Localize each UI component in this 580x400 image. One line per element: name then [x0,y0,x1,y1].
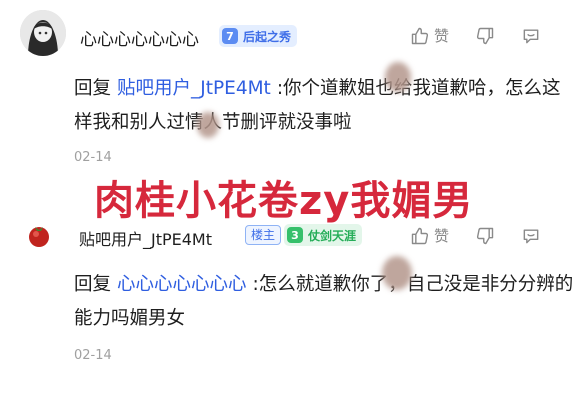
like-label: 赞 [434,227,450,245]
dislike-button[interactable] [475,226,495,246]
avatar[interactable] [24,220,54,250]
mention-link[interactable]: 心心心心心心心 [117,274,247,295]
comment-date: 02-14 [74,348,112,363]
like-button[interactable]: 赞 [410,225,449,246]
reply-prefix: 回复 [74,274,112,295]
level-number: 3 [287,227,303,243]
username[interactable]: 贴吧用户_JtPE4Mt [79,226,212,250]
comment-item: 贴吧用户_JtPE4Mt 楼主 3 仗剑天涯 赞 回复 心心心心心心心:怎么就道歉… [0,0,580,363]
comment-actions: 赞 [410,225,567,246]
level-badge: 3 仗剑天涯 [284,224,363,246]
level-title: 仗剑天涯 [308,228,357,243]
redaction-smudge [382,256,412,290]
thumb-down-icon [476,227,494,244]
thumb-up-icon [411,227,429,244]
reply-button[interactable] [521,226,541,246]
owner-badge: 楼主 [245,225,282,245]
comment-icon [523,228,539,243]
comment-text: 回复 心心心心心心心:怎么就道歉你了，自己没是非分分辨的能力吗媚男女 [74,268,574,336]
